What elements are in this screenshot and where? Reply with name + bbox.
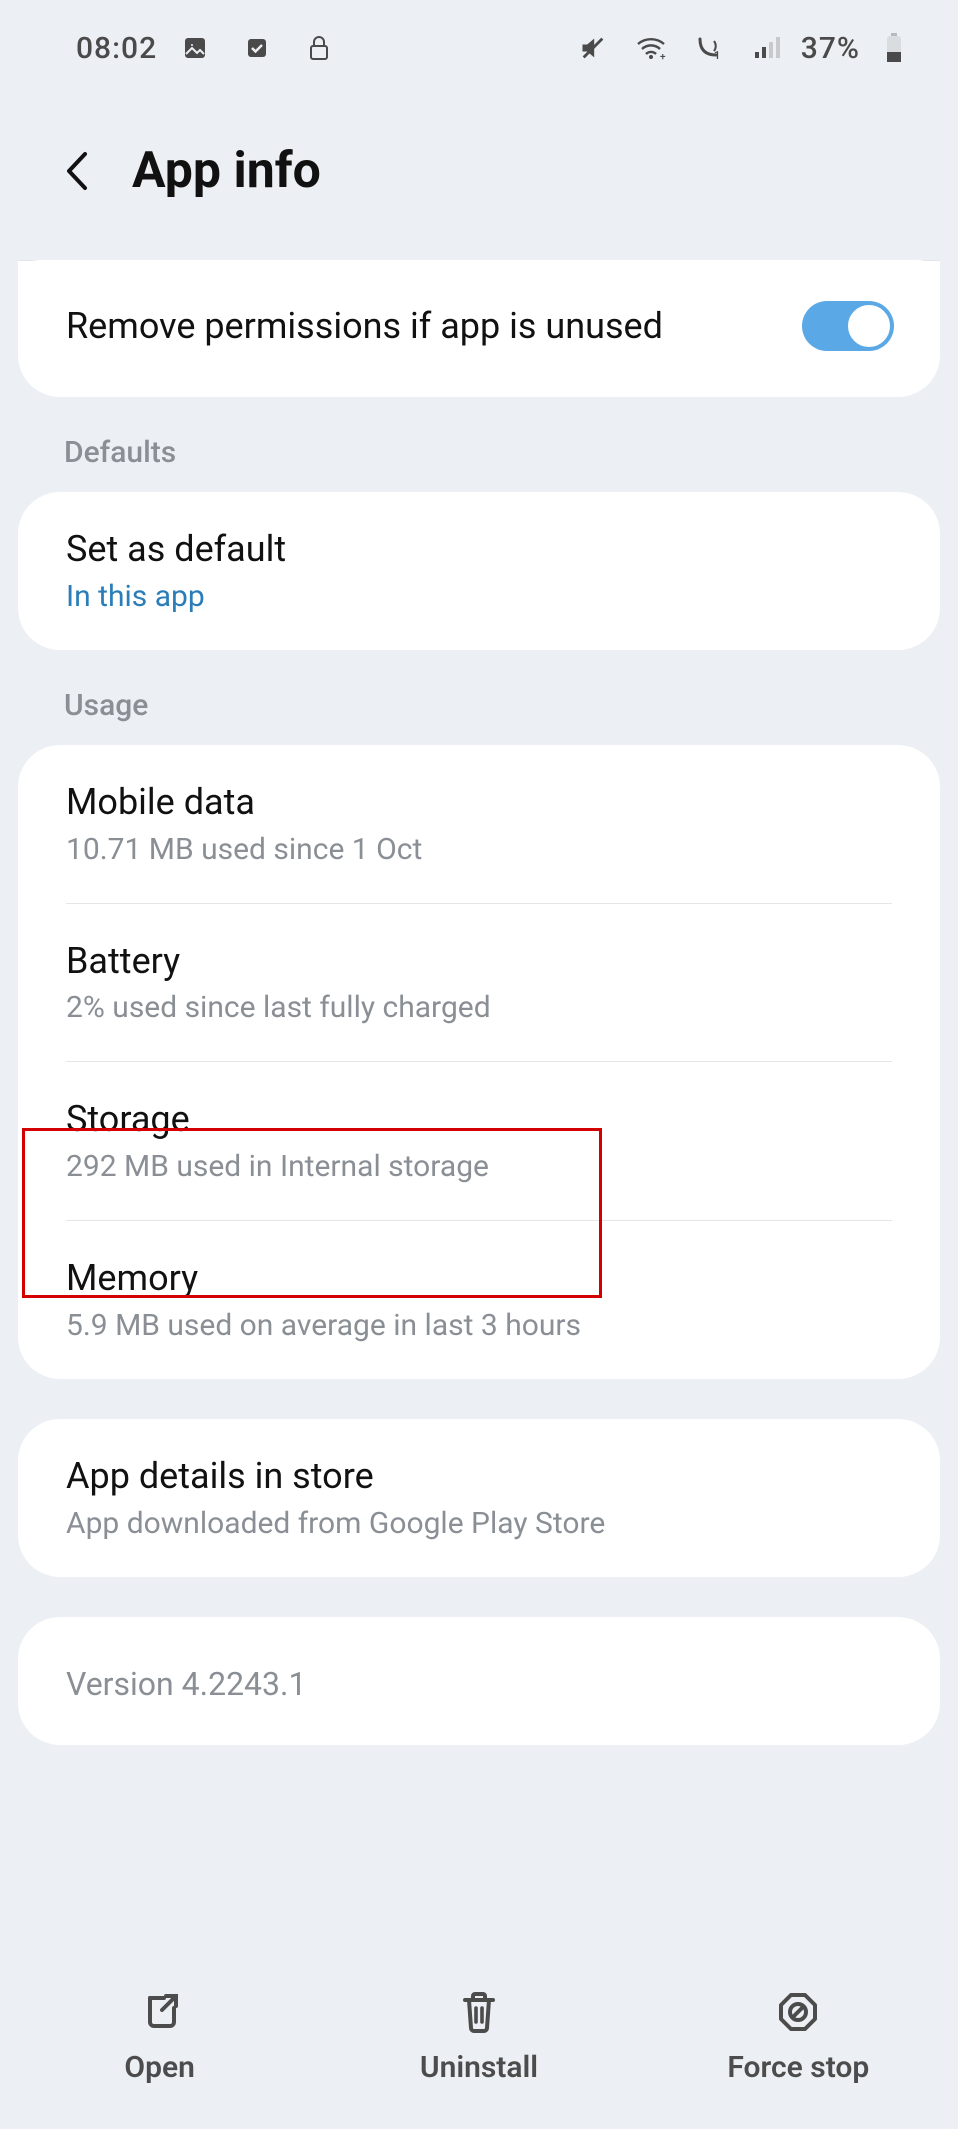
battery-percent: 37% [801,31,860,66]
battery-sub: 2% used since last fully charged [66,990,894,1025]
version-row: Version 4.2243.1 [18,1617,940,1745]
version-text: Version 4.2243.1 [66,1665,894,1703]
battery-title: Battery [66,938,894,985]
svg-text:1: 1 [714,49,720,61]
section-defaults: Defaults [0,397,958,492]
svg-text:+: + [660,52,666,60]
storage-row[interactable]: Storage 292 MB used in Internal storage [18,1062,940,1220]
status-bar: 08:02 + 1 37% [0,0,958,82]
open-icon [136,1988,184,2036]
open-button[interactable]: Open [2,1988,318,2085]
mute-icon [569,24,617,72]
header: App info [0,82,958,260]
check-icon [233,24,281,72]
set-as-default-title: Set as default [66,526,894,573]
app-details-store-row[interactable]: App details in store App downloaded from… [18,1419,940,1577]
force-stop-icon [774,1988,822,2036]
storage-sub: 292 MB used in Internal storage [66,1149,894,1184]
lock-icon [295,24,343,72]
app-details-store-sub: App downloaded from Google Play Store [66,1506,894,1541]
signal-icon [743,24,791,72]
wifi-icon: + [627,24,675,72]
status-time: 08:02 [76,31,157,66]
storage-title: Storage [66,1096,894,1143]
bottom-action-bar: Open Uninstall Force stop [0,1954,958,2129]
memory-row[interactable]: Memory 5.9 MB used on average in last 3 … [18,1221,940,1379]
back-button[interactable] [56,151,96,191]
mobile-data-row[interactable]: Mobile data 10.71 MB used since 1 Oct [18,745,940,903]
volte-icon: 1 [685,24,733,72]
force-stop-label: Force stop [727,2050,869,2085]
app-details-store-title: App details in store [66,1453,894,1500]
set-as-default-row[interactable]: Set as default In this app [18,492,940,650]
open-label: Open [124,2050,194,2085]
image-icon [171,24,219,72]
mobile-data-sub: 10.71 MB used since 1 Oct [66,832,894,867]
section-usage: Usage [0,650,958,745]
mobile-data-title: Mobile data [66,779,894,826]
page-title: App info [132,142,321,200]
remove-permissions-toggle[interactable] [802,301,894,351]
battery-icon [870,24,918,72]
uninstall-button[interactable]: Uninstall [321,1988,637,2085]
force-stop-button[interactable]: Force stop [640,1988,956,2085]
memory-sub: 5.9 MB used on average in last 3 hours [66,1308,894,1343]
trash-icon [455,1988,503,2036]
memory-title: Memory [66,1255,894,1302]
uninstall-label: Uninstall [420,2050,538,2085]
set-as-default-sub: In this app [66,579,894,614]
remove-permissions-label: Remove permissions if app is unused [66,305,802,347]
battery-row[interactable]: Battery 2% used since last fully charged [18,904,940,1062]
